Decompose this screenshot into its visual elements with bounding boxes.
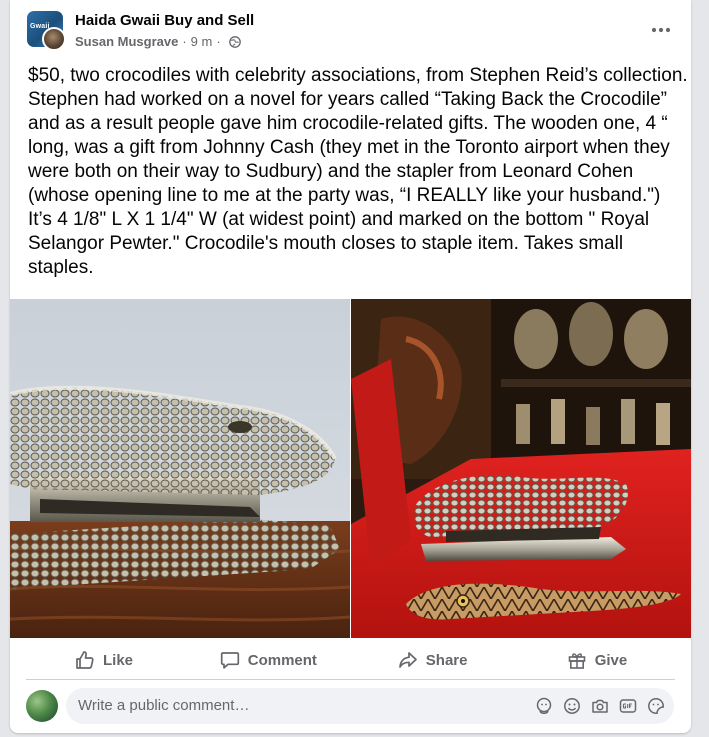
gift-icon (568, 653, 586, 669)
emoji-icon[interactable] (562, 696, 582, 716)
share-arrow-icon (398, 652, 417, 668)
comment-composer: Write a public comment… (10, 686, 691, 726)
actions-divider (26, 679, 675, 680)
sticker-icon[interactable] (646, 696, 666, 716)
group-name-link[interactable]: Haida Gwaii Buy and Sell (75, 12, 254, 29)
thumbs-up-icon (76, 651, 94, 669)
photo-grid (10, 299, 691, 638)
author-avatar[interactable] (42, 27, 66, 51)
author-name-link[interactable]: Susan Musgrave (75, 34, 178, 49)
post-actions: Like Comment Share Give (24, 642, 677, 678)
photo-stapler-closeup[interactable] (10, 299, 350, 638)
comment-bubble-icon (220, 652, 239, 669)
post-card: Gwaii Haida Gwaii Buy and Sell Susan Mus… (10, 0, 691, 733)
share-button[interactable]: Share (353, 642, 513, 678)
post-timestamp[interactable]: 9 m (191, 34, 213, 49)
give-label: Give (594, 651, 628, 669)
meta-separator: · (182, 34, 187, 49)
current-user-avatar[interactable] (26, 690, 58, 722)
like-label: Like (102, 651, 133, 669)
globe-icon (228, 35, 241, 48)
comment-label: Comment (247, 651, 317, 669)
like-button[interactable]: Like (24, 642, 184, 678)
comment-button[interactable]: Comment (188, 642, 348, 678)
camera-icon[interactable] (590, 696, 610, 716)
photo-two-crocodiles[interactable] (351, 299, 691, 638)
gif-icon[interactable] (618, 696, 638, 716)
meta-separator-2: · (216, 34, 221, 49)
more-horizontal-icon (651, 27, 671, 33)
post-header: Gwaii Haida Gwaii Buy and Sell Susan Mus… (10, 0, 691, 60)
comment-tools (526, 696, 666, 716)
post-body-text: $50, two crocodiles with celebrity assoc… (28, 65, 688, 278)
comment-input[interactable]: Write a public comment… (66, 688, 674, 724)
give-button[interactable]: Give (517, 642, 677, 678)
comment-placeholder: Write a public comment… (78, 697, 250, 714)
share-label: Share (425, 651, 468, 669)
more-options-button[interactable] (645, 14, 677, 46)
avatar-sticker-icon[interactable] (534, 696, 554, 716)
post-meta: Susan Musgrave · 9 m · (75, 34, 241, 49)
